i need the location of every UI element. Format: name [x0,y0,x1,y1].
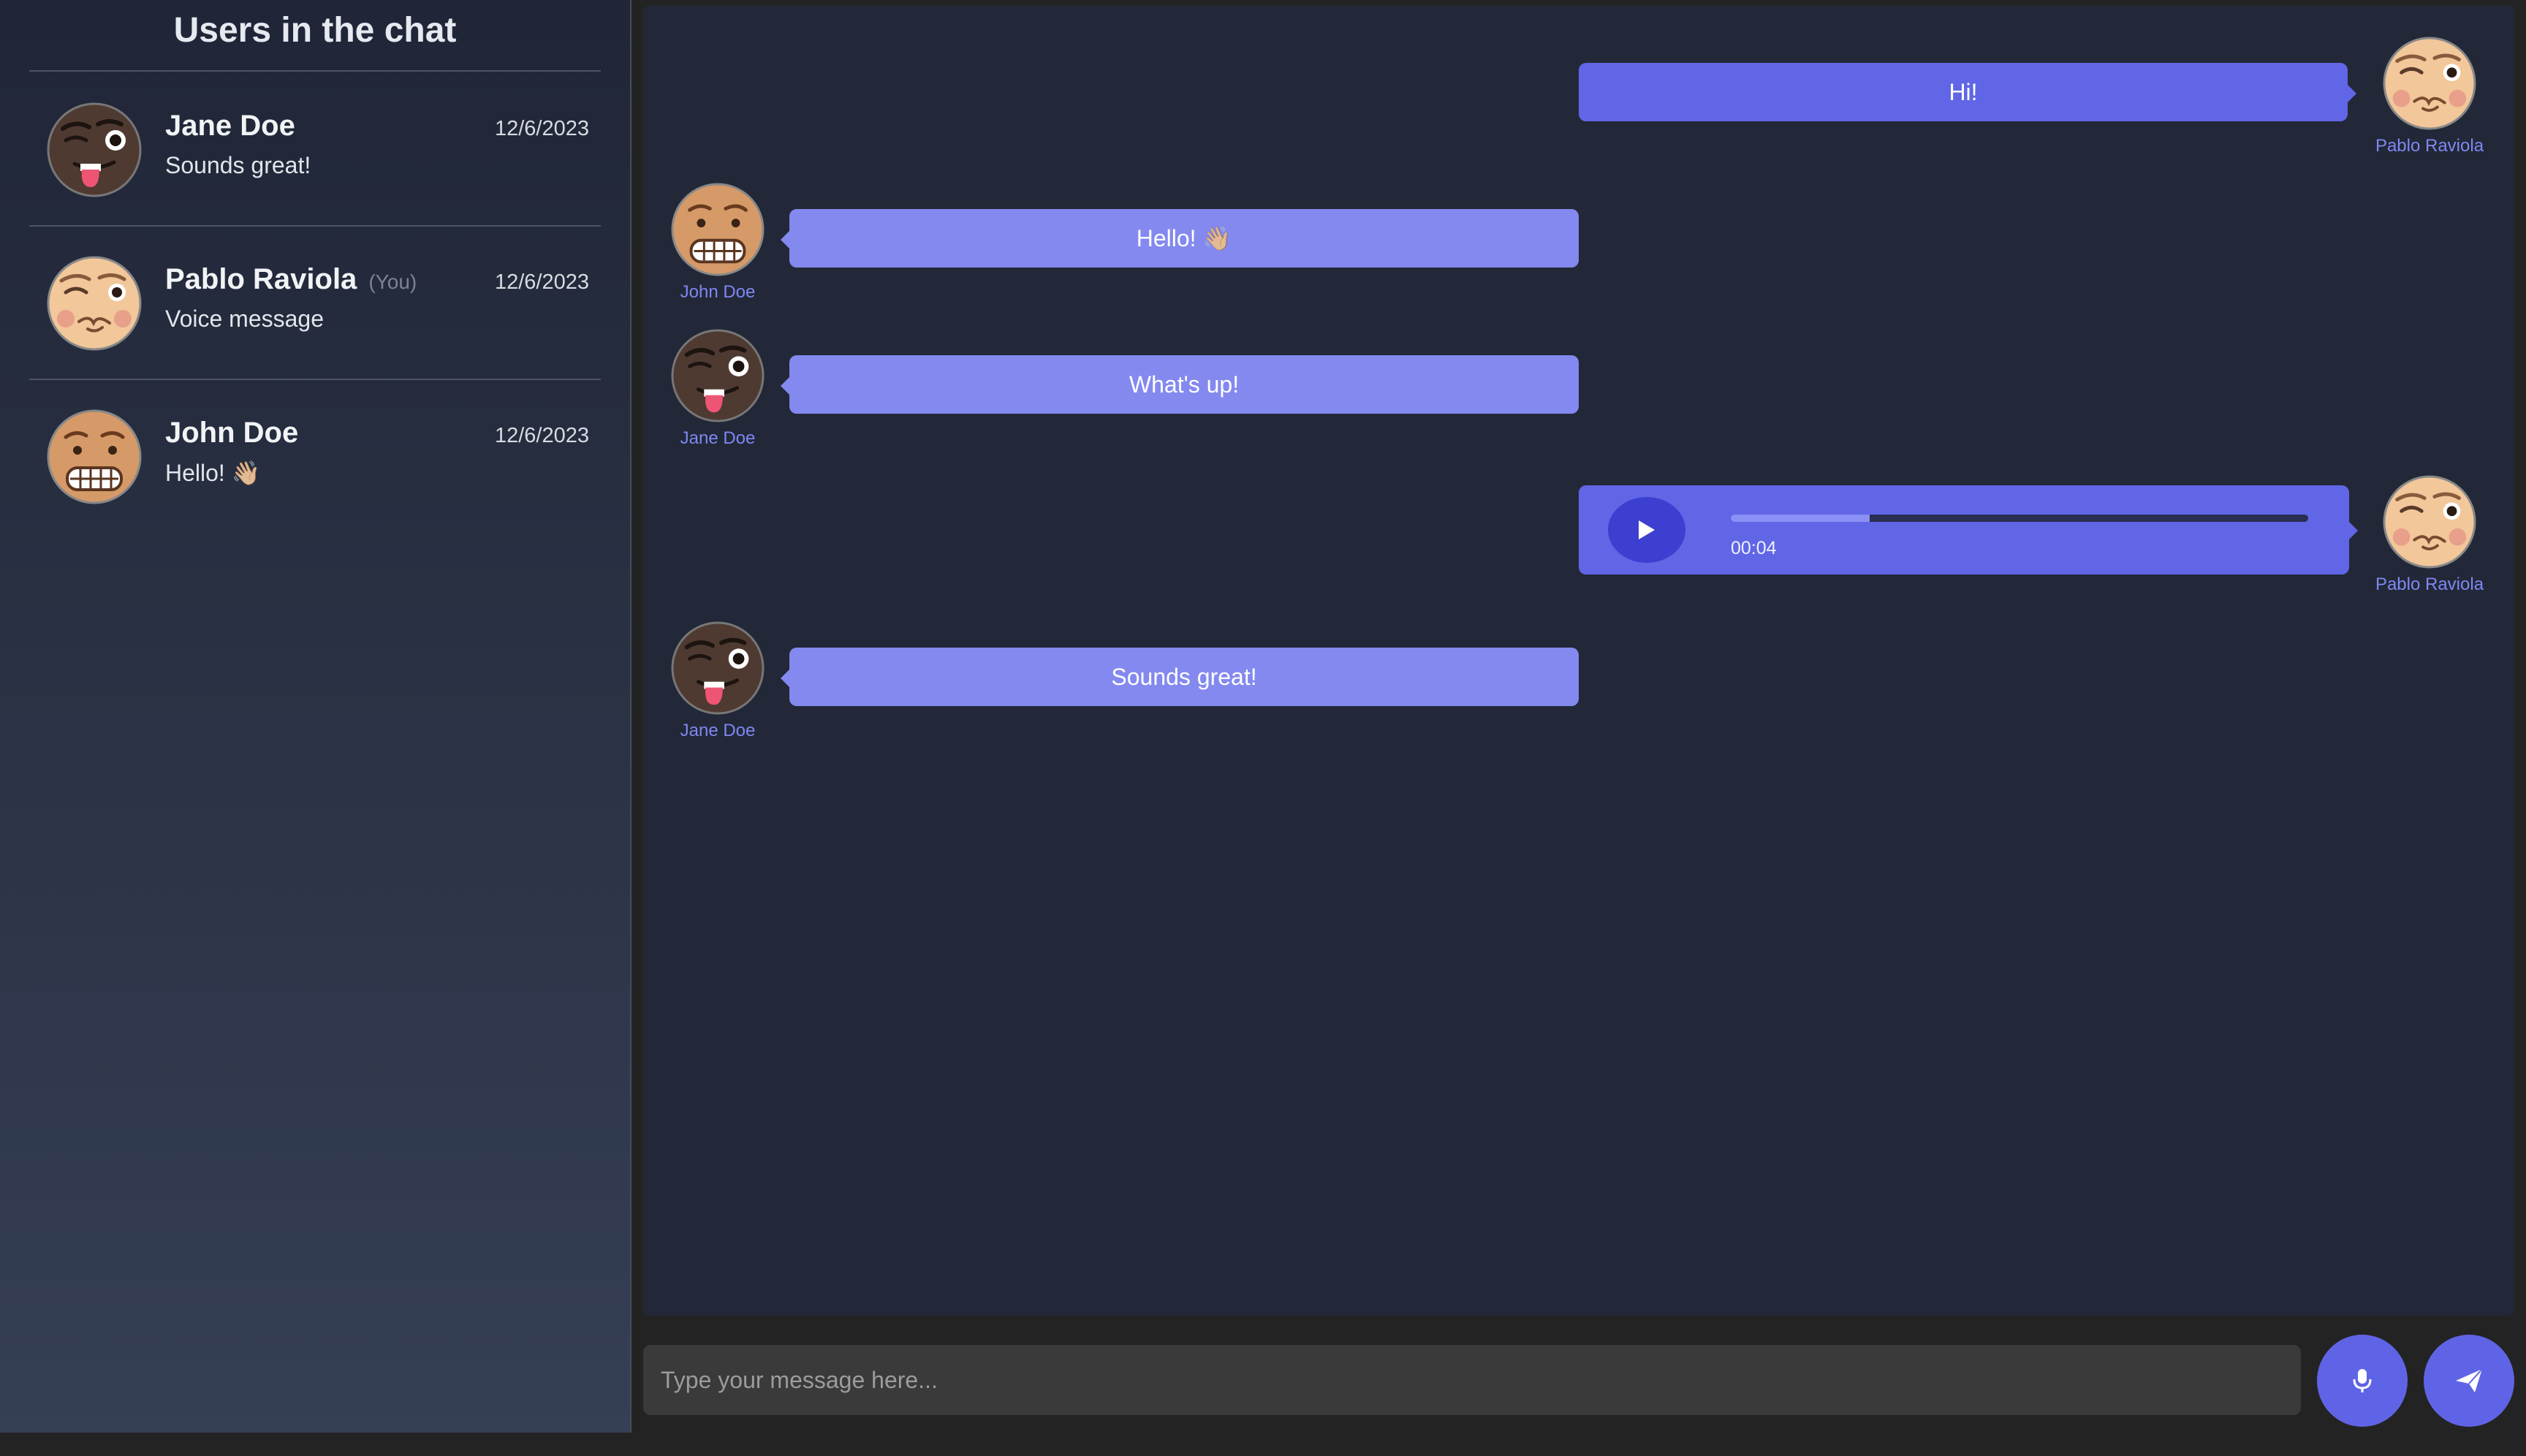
chat-messages-panel[interactable]: Hi! Pablo Raviola John Doe Hello! 👋🏼 Jan… [643,6,2514,1316]
john-doe-avatar [671,183,765,276]
user-name: John Doe [165,417,299,449]
jane-doe-avatar [671,621,765,715]
message-author: John Doe [680,282,756,302]
last-message-date: 12/6/2023 [494,270,589,294]
user-item-jane-doe[interactable]: Jane Doe Sounds great! 12/6/2023 [29,73,601,225]
last-message-preview: Hello! 👋🏼 [165,460,261,486]
user-name-row: John Doe [165,417,298,450]
audio-progress-fill [1731,515,1870,522]
audio-duration: 00:04 [1731,538,1777,558]
record-voice-button[interactable] [2317,1335,2408,1427]
message-bubble: Sounds great! [781,648,1579,706]
microphone-icon [2353,1369,2372,1392]
message-bubble: Hi! [1579,63,2356,121]
last-message-date: 12/6/2023 [494,117,589,140]
jane-doe-avatar [47,102,142,197]
last-message-preview: Sounds great! [165,152,311,178]
message-author: Pablo Raviola [2375,575,2484,594]
divider [29,70,601,72]
voice-message: 00:04 [1579,485,2358,575]
user-name-row: Pablo Raviola (You) [165,263,417,296]
sidebar-title: Users in the chat [173,11,457,50]
pablo-raviola-avatar [47,256,142,351]
you-tag: (You) [368,270,417,293]
last-message-preview: Voice message [165,306,325,332]
message-text: What's up! [1129,371,1240,398]
user-name-row: Jane Doe [165,110,295,143]
paper-plane-icon [2456,1368,2483,1392]
audio-progress-bar[interactable] [1731,515,2308,522]
user-name: Pablo Raviola [165,263,357,295]
pablo-raviola-avatar [2383,37,2476,130]
pablo-raviola-avatar [2383,475,2476,569]
user-item-john-doe[interactable]: John Doe Hello! 👋🏼 12/6/2023 [29,380,601,532]
message-input[interactable] [643,1345,2301,1415]
message-text: Hello! 👋🏼 [1136,225,1232,251]
john-doe-avatar [47,409,142,504]
users-sidebar: Users in the chat Jane Doe Sounds great!… [0,0,632,1433]
last-message-date: 12/6/2023 [494,424,589,447]
message-text: Sounds great! [1111,664,1257,690]
message-author: Jane Doe [680,721,756,740]
play-button[interactable] [1608,497,1685,563]
user-item-pablo-raviola[interactable]: Pablo Raviola (You) Voice message 12/6/20… [29,227,601,379]
message-author: Pablo Raviola [2375,136,2484,156]
message-bubble: Hello! 👋🏼 [781,209,1579,268]
user-name: Jane Doe [165,110,295,142]
message-author: Jane Doe [680,428,756,448]
jane-doe-avatar [671,329,765,422]
message-bubble: What's up! [781,355,1579,414]
send-button[interactable] [2424,1335,2514,1427]
play-icon [1639,520,1655,539]
message-text: Hi! [1949,79,1978,105]
